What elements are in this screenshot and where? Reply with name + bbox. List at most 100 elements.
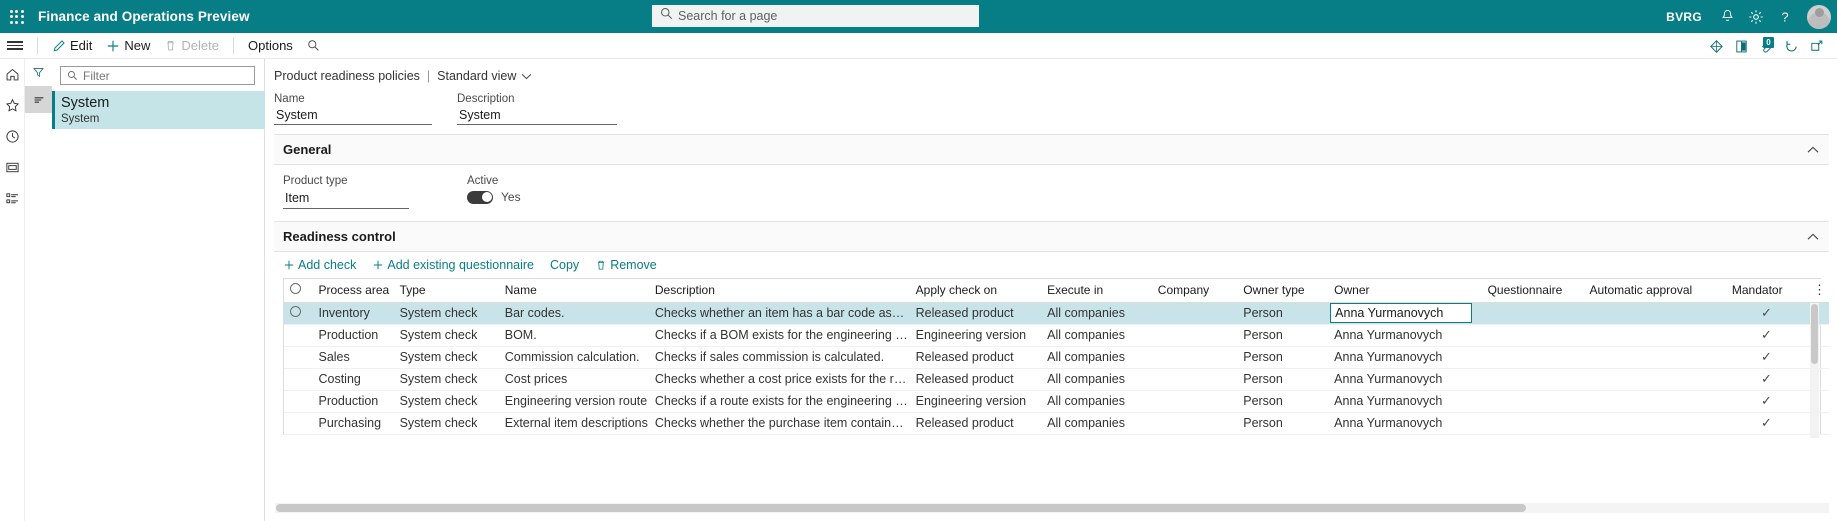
question-mark-icon[interactable]: ? (1772, 0, 1798, 33)
cell-questionnaire[interactable] (1481, 346, 1584, 369)
cell-mandatory[interactable]: ✓ (1725, 368, 1807, 391)
column-header-process-area[interactable]: Process area (312, 279, 394, 303)
cell-automatic-approval[interactable] (1583, 368, 1726, 391)
cell-name[interactable]: Commission calculation. (498, 346, 649, 369)
remove-button[interactable]: Remove (595, 258, 657, 272)
company-indicator[interactable]: BVRG (1666, 10, 1702, 24)
user-avatar[interactable] (1807, 4, 1831, 29)
cell-apply-check-on[interactable]: Engineering version (909, 324, 1042, 347)
add-existing-questionnaire-button[interactable]: Add existing questionnaire (372, 258, 534, 272)
recent-clock-icon[interactable] (0, 121, 25, 152)
cell-owner[interactable]: Anna Yurmanovych (1328, 302, 1482, 325)
popout-icon[interactable] (1804, 33, 1829, 59)
cell-name[interactable]: Cost prices (498, 368, 649, 391)
table-row[interactable]: Production System check Engineering versio… (284, 390, 1829, 413)
cell-execute-in[interactable]: All companies (1041, 346, 1152, 369)
hamburger-menu-icon[interactable] (0, 33, 30, 59)
column-header-owner-type[interactable]: Owner type (1237, 279, 1329, 303)
sort-lines-icon[interactable] (25, 86, 52, 113)
cell-questionnaire[interactable] (1481, 412, 1584, 435)
filter-input[interactable] (83, 68, 243, 83)
cell-type[interactable]: System check (393, 368, 499, 391)
cell-execute-in[interactable]: All companies (1041, 412, 1152, 435)
cell-apply-check-on[interactable]: Engineering version (909, 390, 1042, 413)
column-header-apply-check-on[interactable]: Apply check on (909, 279, 1042, 303)
grid-vertical-scrollbar[interactable] (1810, 303, 1819, 438)
app-launcher-icon[interactable] (0, 0, 33, 33)
filter-field[interactable] (60, 66, 255, 85)
cell-automatic-approval[interactable] (1583, 346, 1726, 369)
edit-button[interactable]: Edit (45, 33, 99, 59)
cell-execute-in[interactable]: All companies (1041, 302, 1152, 325)
select-all-header[interactable] (284, 279, 313, 303)
cell-name[interactable]: BOM. (498, 324, 649, 347)
grid-vertical-scroll-thumb[interactable] (1811, 304, 1818, 364)
cell-questionnaire[interactable] (1481, 390, 1584, 413)
options-button[interactable]: Options (241, 33, 300, 59)
cell-process-area[interactable]: Costing (312, 368, 394, 391)
row-select-circle-icon[interactable] (290, 306, 301, 317)
new-button[interactable]: New (99, 33, 157, 59)
cell-mandatory[interactable]: ✓ (1725, 324, 1807, 347)
cell-process-area[interactable]: Sales (312, 346, 394, 369)
column-header-owner[interactable]: Owner (1328, 279, 1482, 303)
cell-type[interactable]: System check (393, 412, 499, 435)
column-header-type[interactable]: Type (393, 279, 499, 303)
cell-apply-check-on[interactable]: Released product (909, 346, 1042, 369)
cell-company[interactable] (1151, 368, 1238, 391)
owner-input[interactable]: Anna Yurmanovych (1330, 303, 1473, 323)
cell-description[interactable]: Checks if sales commission is calculated… (648, 346, 910, 369)
cell-company[interactable] (1151, 302, 1238, 325)
grid-horizontal-scrollbar[interactable] (275, 503, 1829, 513)
row-select-cell[interactable] (284, 346, 313, 369)
workspaces-icon[interactable] (0, 152, 25, 183)
general-section-header[interactable]: General (274, 135, 1829, 164)
table-row[interactable]: Purchasing System check External item desc… (284, 412, 1829, 435)
cell-company[interactable] (1151, 412, 1238, 435)
cell-owner-type[interactable]: Person (1237, 302, 1329, 325)
row-select-circle-icon[interactable] (290, 283, 301, 295)
refresh-icon[interactable] (1779, 33, 1804, 59)
cell-owner-type[interactable]: Person (1237, 390, 1329, 413)
cell-automatic-approval[interactable] (1583, 390, 1726, 413)
cell-name[interactable]: Engineering version route (498, 390, 649, 413)
cell-description[interactable]: Checks whether an item has a bar code as… (648, 302, 910, 325)
readiness-section-header[interactable]: Readiness control (274, 222, 1829, 251)
cell-company[interactable] (1151, 346, 1238, 369)
global-search[interactable] (652, 5, 979, 27)
cell-mandatory[interactable]: ✓ (1725, 412, 1807, 435)
column-header-company[interactable]: Company (1151, 279, 1238, 303)
column-header-mandator[interactable]: Mandator (1725, 279, 1807, 303)
column-header-name[interactable]: Name (498, 279, 649, 303)
row-select-cell[interactable] (284, 368, 313, 391)
gear-icon[interactable] (1743, 0, 1769, 33)
cell-name[interactable]: External item descriptions (498, 412, 649, 435)
cell-description[interactable]: Checks if a BOM exists for the engineeri… (648, 324, 910, 347)
name-input[interactable] (274, 107, 432, 125)
cell-mandatory[interactable]: ✓ (1725, 390, 1807, 413)
search-input[interactable] (678, 9, 958, 23)
more-options-icon[interactable]: ⋮ (1806, 279, 1829, 303)
modules-list-icon[interactable] (0, 183, 25, 214)
cell-questionnaire[interactable] (1481, 368, 1584, 391)
cell-owner[interactable]: Anna Yurmanovych (1328, 368, 1482, 391)
product-type-input[interactable] (283, 190, 409, 209)
row-select-cell[interactable] (284, 412, 313, 435)
add-check-button[interactable]: Add check (283, 258, 356, 272)
cell-execute-in[interactable]: All companies (1041, 368, 1152, 391)
column-header-description[interactable]: Description (648, 279, 910, 303)
cell-mandatory[interactable]: ✓ (1725, 346, 1807, 369)
column-header-automatic-approval[interactable]: Automatic approval (1583, 279, 1726, 303)
chevron-up-icon[interactable] (1807, 141, 1819, 159)
cell-type[interactable]: System check (393, 346, 499, 369)
open-in-office-icon[interactable] (1729, 33, 1754, 59)
cell-questionnaire[interactable] (1481, 324, 1584, 347)
favorites-star-icon[interactable] (0, 90, 25, 121)
table-row[interactable]: Sales System check Commission calculation.… (284, 346, 1829, 369)
cell-type[interactable]: System check (393, 390, 499, 413)
cell-description[interactable]: Checks whether a cost price exists for t… (648, 368, 910, 391)
filter-funnel-icon[interactable] (25, 59, 52, 86)
cell-owner[interactable]: Anna Yurmanovych (1328, 346, 1482, 369)
home-icon[interactable] (0, 59, 25, 90)
active-toggle[interactable] (467, 190, 493, 204)
